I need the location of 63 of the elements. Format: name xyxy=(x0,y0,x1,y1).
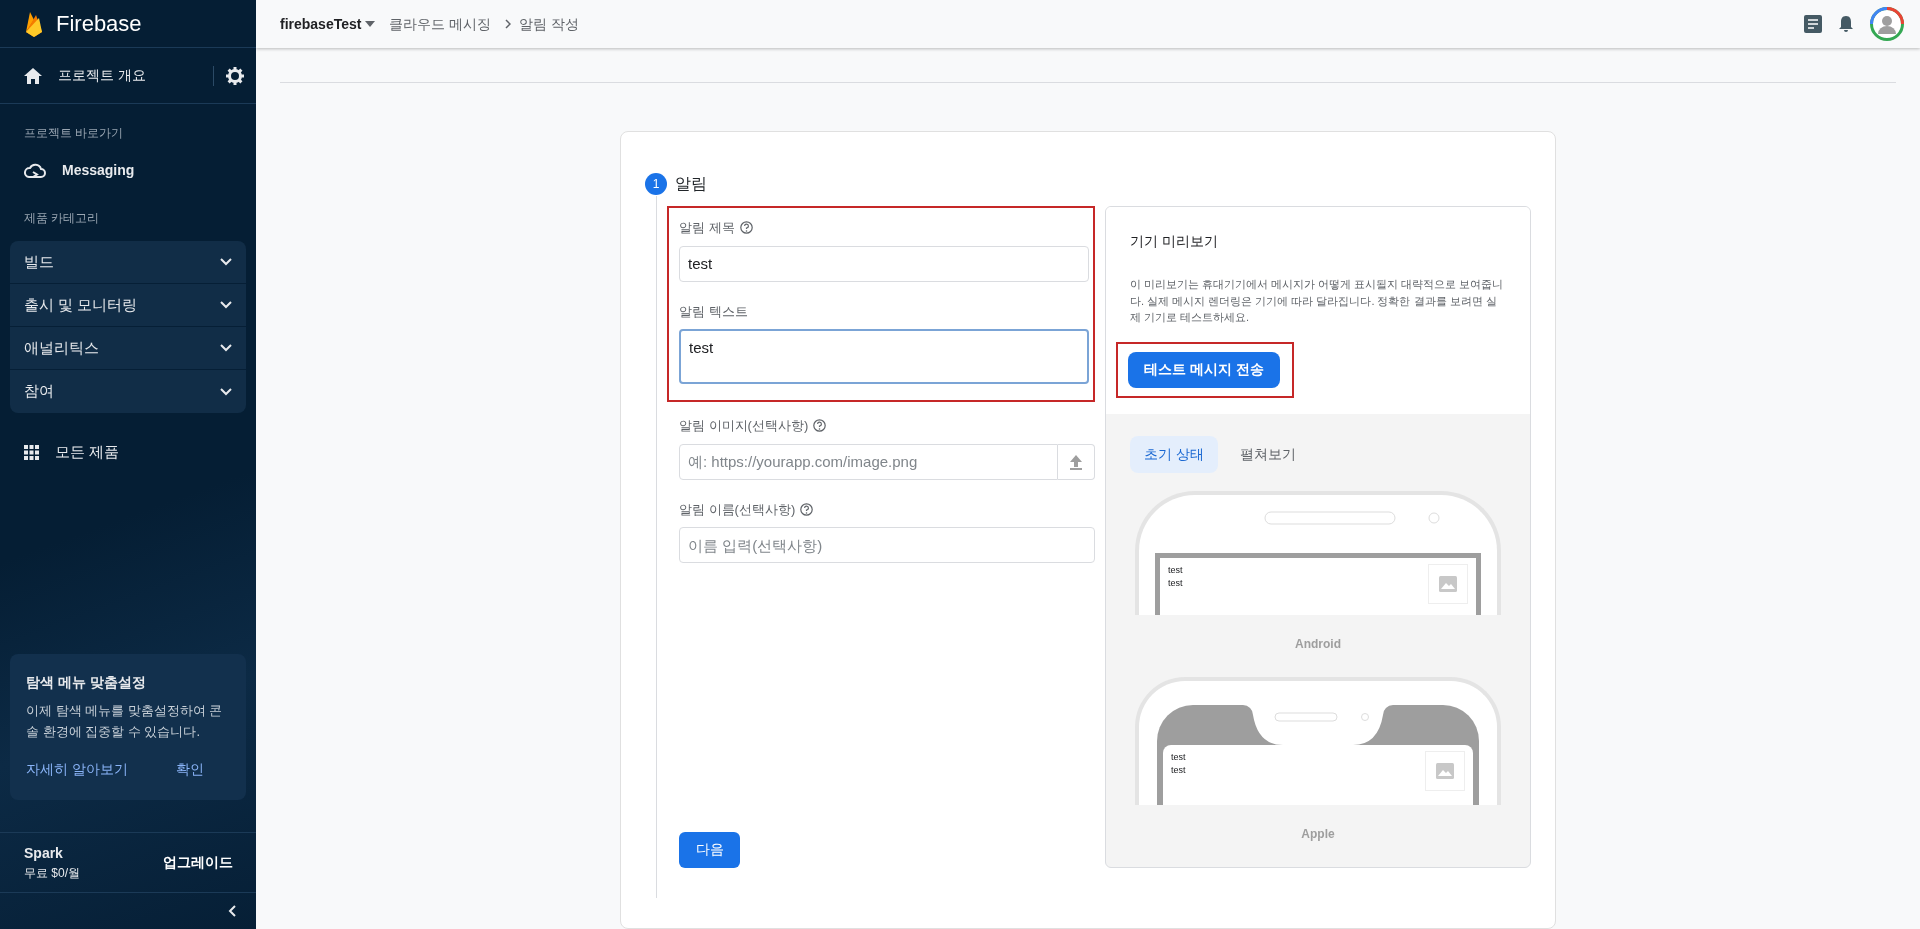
promo-link[interactable]: 확인 xyxy=(175,759,204,780)
shortcut-item[interactable]: Messaging xyxy=(0,152,256,189)
bell-icon[interactable] xyxy=(1838,15,1854,33)
notification-body: test xyxy=(1168,577,1183,590)
category-item[interactable]: 출시 및 모니터링 xyxy=(10,284,246,327)
chevron-icon xyxy=(220,258,232,266)
field-label: 알림 이미지(선택사항) xyxy=(679,417,809,435)
preview-title: 기기 미리보기 xyxy=(1130,232,1219,251)
project-selector[interactable]: firebaseTest xyxy=(280,13,376,35)
plan-price: 무료 $0/월 xyxy=(24,865,80,882)
device-name: Apple xyxy=(1300,825,1336,843)
preview-tab[interactable]: 펼쳐보기 xyxy=(1225,435,1310,473)
help-icon[interactable] xyxy=(800,502,814,516)
send-test-button[interactable]: 테스트 메시지 전송 xyxy=(1128,351,1280,388)
preview-tab[interactable]: 초기 상태 xyxy=(1130,435,1218,473)
collapse-chevron-icon[interactable] xyxy=(228,905,236,917)
notification-title: test xyxy=(1168,563,1183,577)
help-icon[interactable] xyxy=(739,221,753,235)
breadcrumb-item: 알림 작성 xyxy=(519,14,580,34)
section-label: 프로젝트 바로가기 xyxy=(23,125,125,142)
field-label: 알림 이름(선택사항) xyxy=(679,500,796,519)
image-icon xyxy=(1439,575,1457,592)
breadcrumb-item[interactable]: 클라우드 메시징 xyxy=(389,13,492,35)
url-field[interactable]: 예: https://yourapp.com/image.png xyxy=(679,443,1058,480)
image-icon xyxy=(1436,762,1454,779)
category-item[interactable]: 애널리틱스 xyxy=(10,327,246,370)
next-button[interactable]: 다음 xyxy=(679,831,740,868)
section-label: 제품 카테고리 xyxy=(23,210,101,227)
chevron-icon xyxy=(220,387,232,396)
settings-icon[interactable] xyxy=(226,66,244,85)
promo-text: 이제 탐색 메뉴를 맞춤설정하여 콘솔 환경에 집중할 수 있습니다. xyxy=(26,702,224,742)
notification-body: test xyxy=(1171,764,1186,777)
promo-link[interactable]: 자세히 알아보기 xyxy=(26,759,128,780)
upload-icon xyxy=(1068,453,1083,470)
grid-icon xyxy=(24,444,39,460)
step-title: 알림 xyxy=(675,174,707,194)
text-field[interactable]: test xyxy=(679,245,1089,282)
plan-name: Spark xyxy=(24,844,64,863)
notes-icon[interactable] xyxy=(1804,15,1822,33)
chevron-right-icon xyxy=(505,19,512,29)
all-products-link[interactable]: 모든 제품 xyxy=(0,433,256,472)
caret-icon xyxy=(365,21,376,27)
project-overview-link[interactable]: 프로젝트 개요 xyxy=(58,65,146,86)
text-area[interactable]: test xyxy=(679,329,1089,384)
promo-title: 탐색 메뉴 맞춤설정 xyxy=(26,673,147,693)
chevron-icon xyxy=(220,344,232,352)
upload-button[interactable] xyxy=(1057,443,1095,480)
step-number: 1 xyxy=(645,173,667,195)
avatar-icon[interactable] xyxy=(1870,7,1904,41)
chevron-icon xyxy=(220,301,232,309)
text-field[interactable]: 이름 입력(선택사항) xyxy=(679,527,1095,563)
category-item[interactable]: 빌드 xyxy=(10,241,246,284)
field-label: 알림 텍스트 xyxy=(679,302,748,321)
preview-description: 이 미리보기는 휴대기기에서 메시지가 어떻게 표시될지 대략적으로 보여줍니다. 실제 메시지 렌더링은 기기에 따라 달라집니다. 정확한 결과를 보려면 실제 기기로 테스트하세요. xyxy=(1130,277,1505,325)
upgrade-button[interactable]: 업그레이드 xyxy=(154,847,242,878)
field-label: 알림 제목 xyxy=(679,219,735,237)
help-icon[interactable] xyxy=(813,419,827,433)
device-name: Android xyxy=(1294,635,1342,653)
category-item[interactable]: 참여 xyxy=(10,370,246,413)
home-icon xyxy=(24,67,42,84)
cloud-icon xyxy=(24,161,46,180)
brand-name: Firebase xyxy=(56,10,142,38)
notification-title: test xyxy=(1171,750,1186,764)
